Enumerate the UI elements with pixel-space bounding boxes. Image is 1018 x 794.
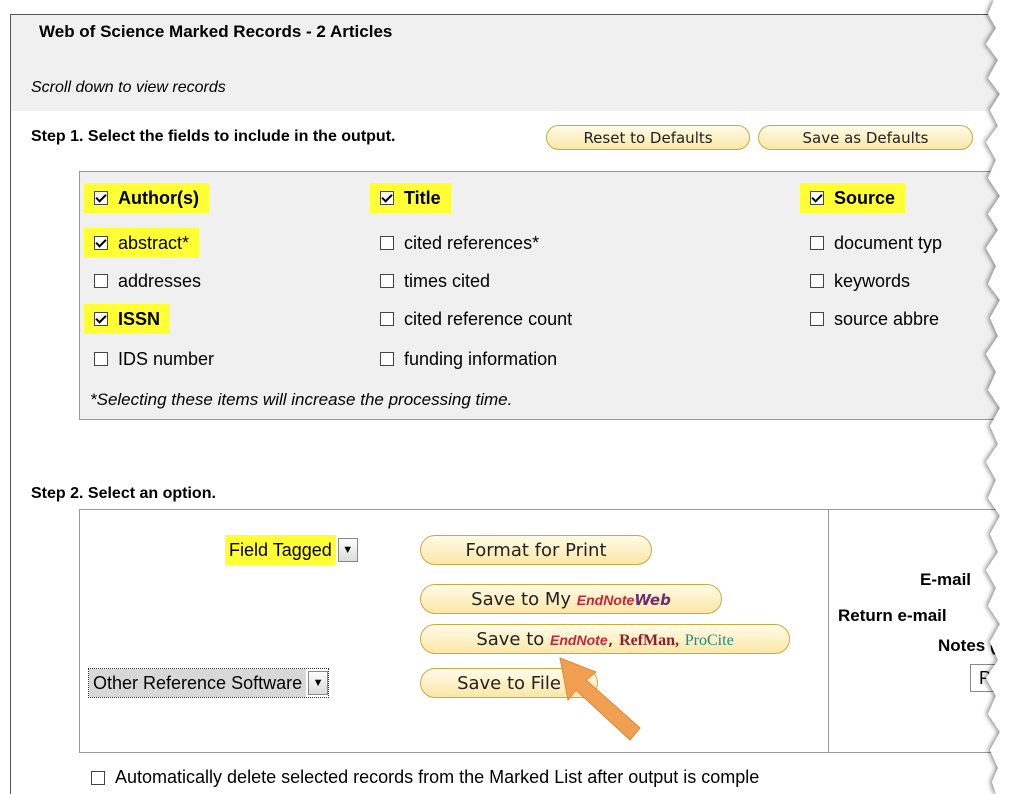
addresses-checkbox[interactable]	[94, 274, 108, 288]
web-logo: Web	[634, 591, 671, 609]
field-issn[interactable]: ISSN	[84, 304, 171, 334]
save-to-my-label: Save to My	[471, 589, 572, 610]
field-document-type-label: document typ	[834, 232, 943, 253]
field-cited-references-label: cited references*	[404, 232, 540, 253]
times-cited-checkbox[interactable]	[380, 274, 394, 288]
field-source-abbrev[interactable]: source abbre	[810, 304, 939, 334]
format-select[interactable]: Field Tagged ▼	[225, 535, 358, 565]
software-select-value: Other Reference Software	[89, 669, 307, 697]
auto-delete-option[interactable]: Automatically delete selected records fr…	[91, 767, 759, 788]
header-band: Web of Science Marked Records - 2 Articl…	[11, 15, 1018, 111]
source-abbrev-checkbox[interactable]	[810, 312, 824, 326]
chevron-down-icon[interactable]: ▼	[308, 671, 329, 695]
field-authors-label: Author(s)	[118, 187, 199, 208]
field-addresses[interactable]: addresses	[94, 266, 201, 296]
endnote-logo: EndNote	[576, 592, 635, 608]
field-issn-label: ISSN	[118, 308, 161, 329]
field-abstract[interactable]: abstract*	[84, 228, 200, 258]
page-title: Web of Science Marked Records - 2 Articl…	[39, 22, 393, 41]
auto-delete-label: Automatically delete selected records fr…	[115, 767, 760, 787]
step2-label: Step 2. Select an option.	[31, 485, 216, 502]
field-keywords[interactable]: keywords	[810, 266, 910, 296]
procite-logo: ProCite	[684, 632, 734, 649]
issn-checkbox[interactable]	[94, 312, 108, 326]
format-select-value: Field Tagged	[225, 535, 336, 565]
save-as-defaults-button[interactable]: Save as Defaults	[758, 125, 973, 150]
email-label: E-mail	[920, 570, 972, 589]
field-times-cited[interactable]: times cited	[380, 266, 490, 296]
ids-number-checkbox[interactable]	[94, 352, 108, 366]
document-type-checkbox[interactable]	[810, 236, 824, 250]
field-title[interactable]: Title	[370, 183, 451, 213]
funding-information-checkbox[interactable]	[380, 352, 394, 366]
field-times-cited-label: times cited	[404, 270, 491, 291]
cited-references-checkbox[interactable]	[380, 236, 394, 250]
field-cited-references[interactable]: cited references*	[380, 228, 539, 258]
fields-box: Author(s) abstract* addresses ISSN IDS n…	[79, 171, 1018, 420]
field-authors[interactable]: Author(s)	[84, 183, 209, 213]
step1-label: Step 1. Select the fields to include in …	[31, 128, 396, 145]
return-email-label: Return e-mail	[838, 606, 947, 625]
software-select[interactable]: Other Reference Software ▼	[88, 668, 330, 698]
abstract-checkbox[interactable]	[94, 236, 108, 250]
callout-arrow-icon	[559, 657, 641, 741]
reset-to-defaults-button[interactable]: Reset to Defaults	[546, 125, 750, 150]
scroll-note: Scroll down to view records	[31, 79, 226, 96]
torn-edge	[986, 0, 1018, 794]
field-cited-reference-count[interactable]: cited reference count	[380, 304, 572, 334]
field-ids-number[interactable]: IDS number	[94, 344, 214, 374]
field-source-abbrev-label: source abbre	[834, 308, 940, 329]
field-addresses-label: addresses	[118, 270, 202, 291]
cited-reference-count-checkbox[interactable]	[380, 312, 394, 326]
field-funding-information-label: funding information	[404, 348, 558, 369]
keywords-checkbox[interactable]	[810, 274, 824, 288]
field-keywords-label: keywords	[834, 270, 911, 291]
source-checkbox[interactable]	[810, 191, 824, 205]
save-to-endnote-web-button[interactable]: Save to My EndNoteWeb	[420, 584, 722, 614]
refman-logo: RefMan,	[619, 632, 680, 649]
save-to-label: Save to	[476, 629, 545, 650]
field-abstract-label: abstract*	[118, 232, 190, 253]
field-document-type[interactable]: document typ	[810, 228, 942, 258]
field-source-label: Source	[834, 187, 896, 208]
options-divider	[828, 510, 829, 752]
marked-records-panel: Web of Science Marked Records - 2 Articl…	[10, 14, 1018, 794]
authors-checkbox[interactable]	[94, 191, 108, 205]
format-for-print-button[interactable]: Format for Print	[420, 535, 652, 565]
field-title-label: Title	[404, 187, 441, 208]
field-funding-information[interactable]: funding information	[380, 344, 557, 374]
chevron-down-icon[interactable]: ▼	[337, 538, 358, 562]
auto-delete-checkbox[interactable]	[91, 770, 105, 785]
field-cited-reference-count-label: cited reference count	[404, 308, 573, 329]
title-checkbox[interactable]	[380, 191, 394, 205]
field-ids-number-label: IDS number	[118, 348, 215, 369]
field-source[interactable]: Source	[800, 183, 906, 213]
endnote-logo: EndNote	[550, 632, 608, 648]
processing-note: *Selecting these items will increase the…	[90, 390, 513, 409]
